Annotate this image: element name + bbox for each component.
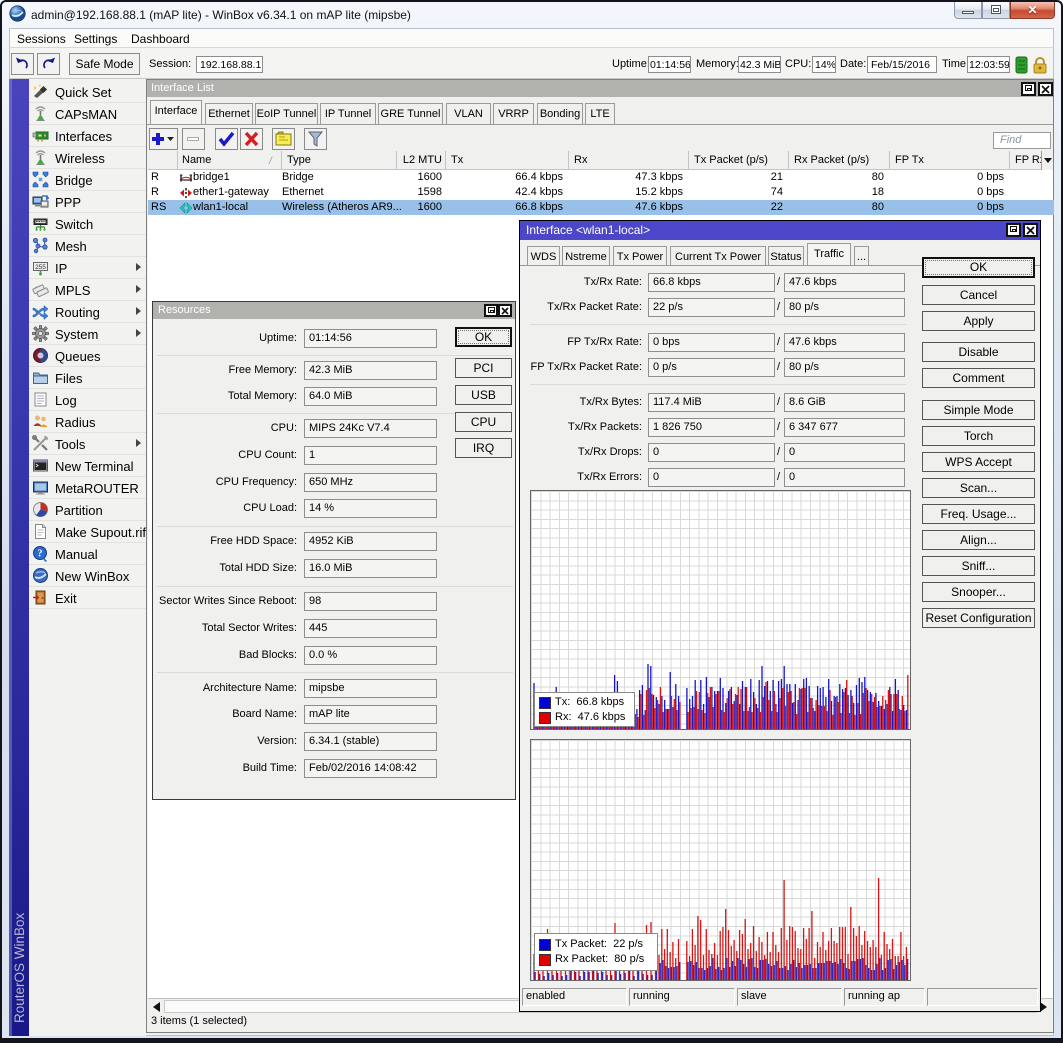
svg-text:?: ? — [38, 549, 43, 560]
svg-text:255: 255 — [35, 264, 46, 271]
